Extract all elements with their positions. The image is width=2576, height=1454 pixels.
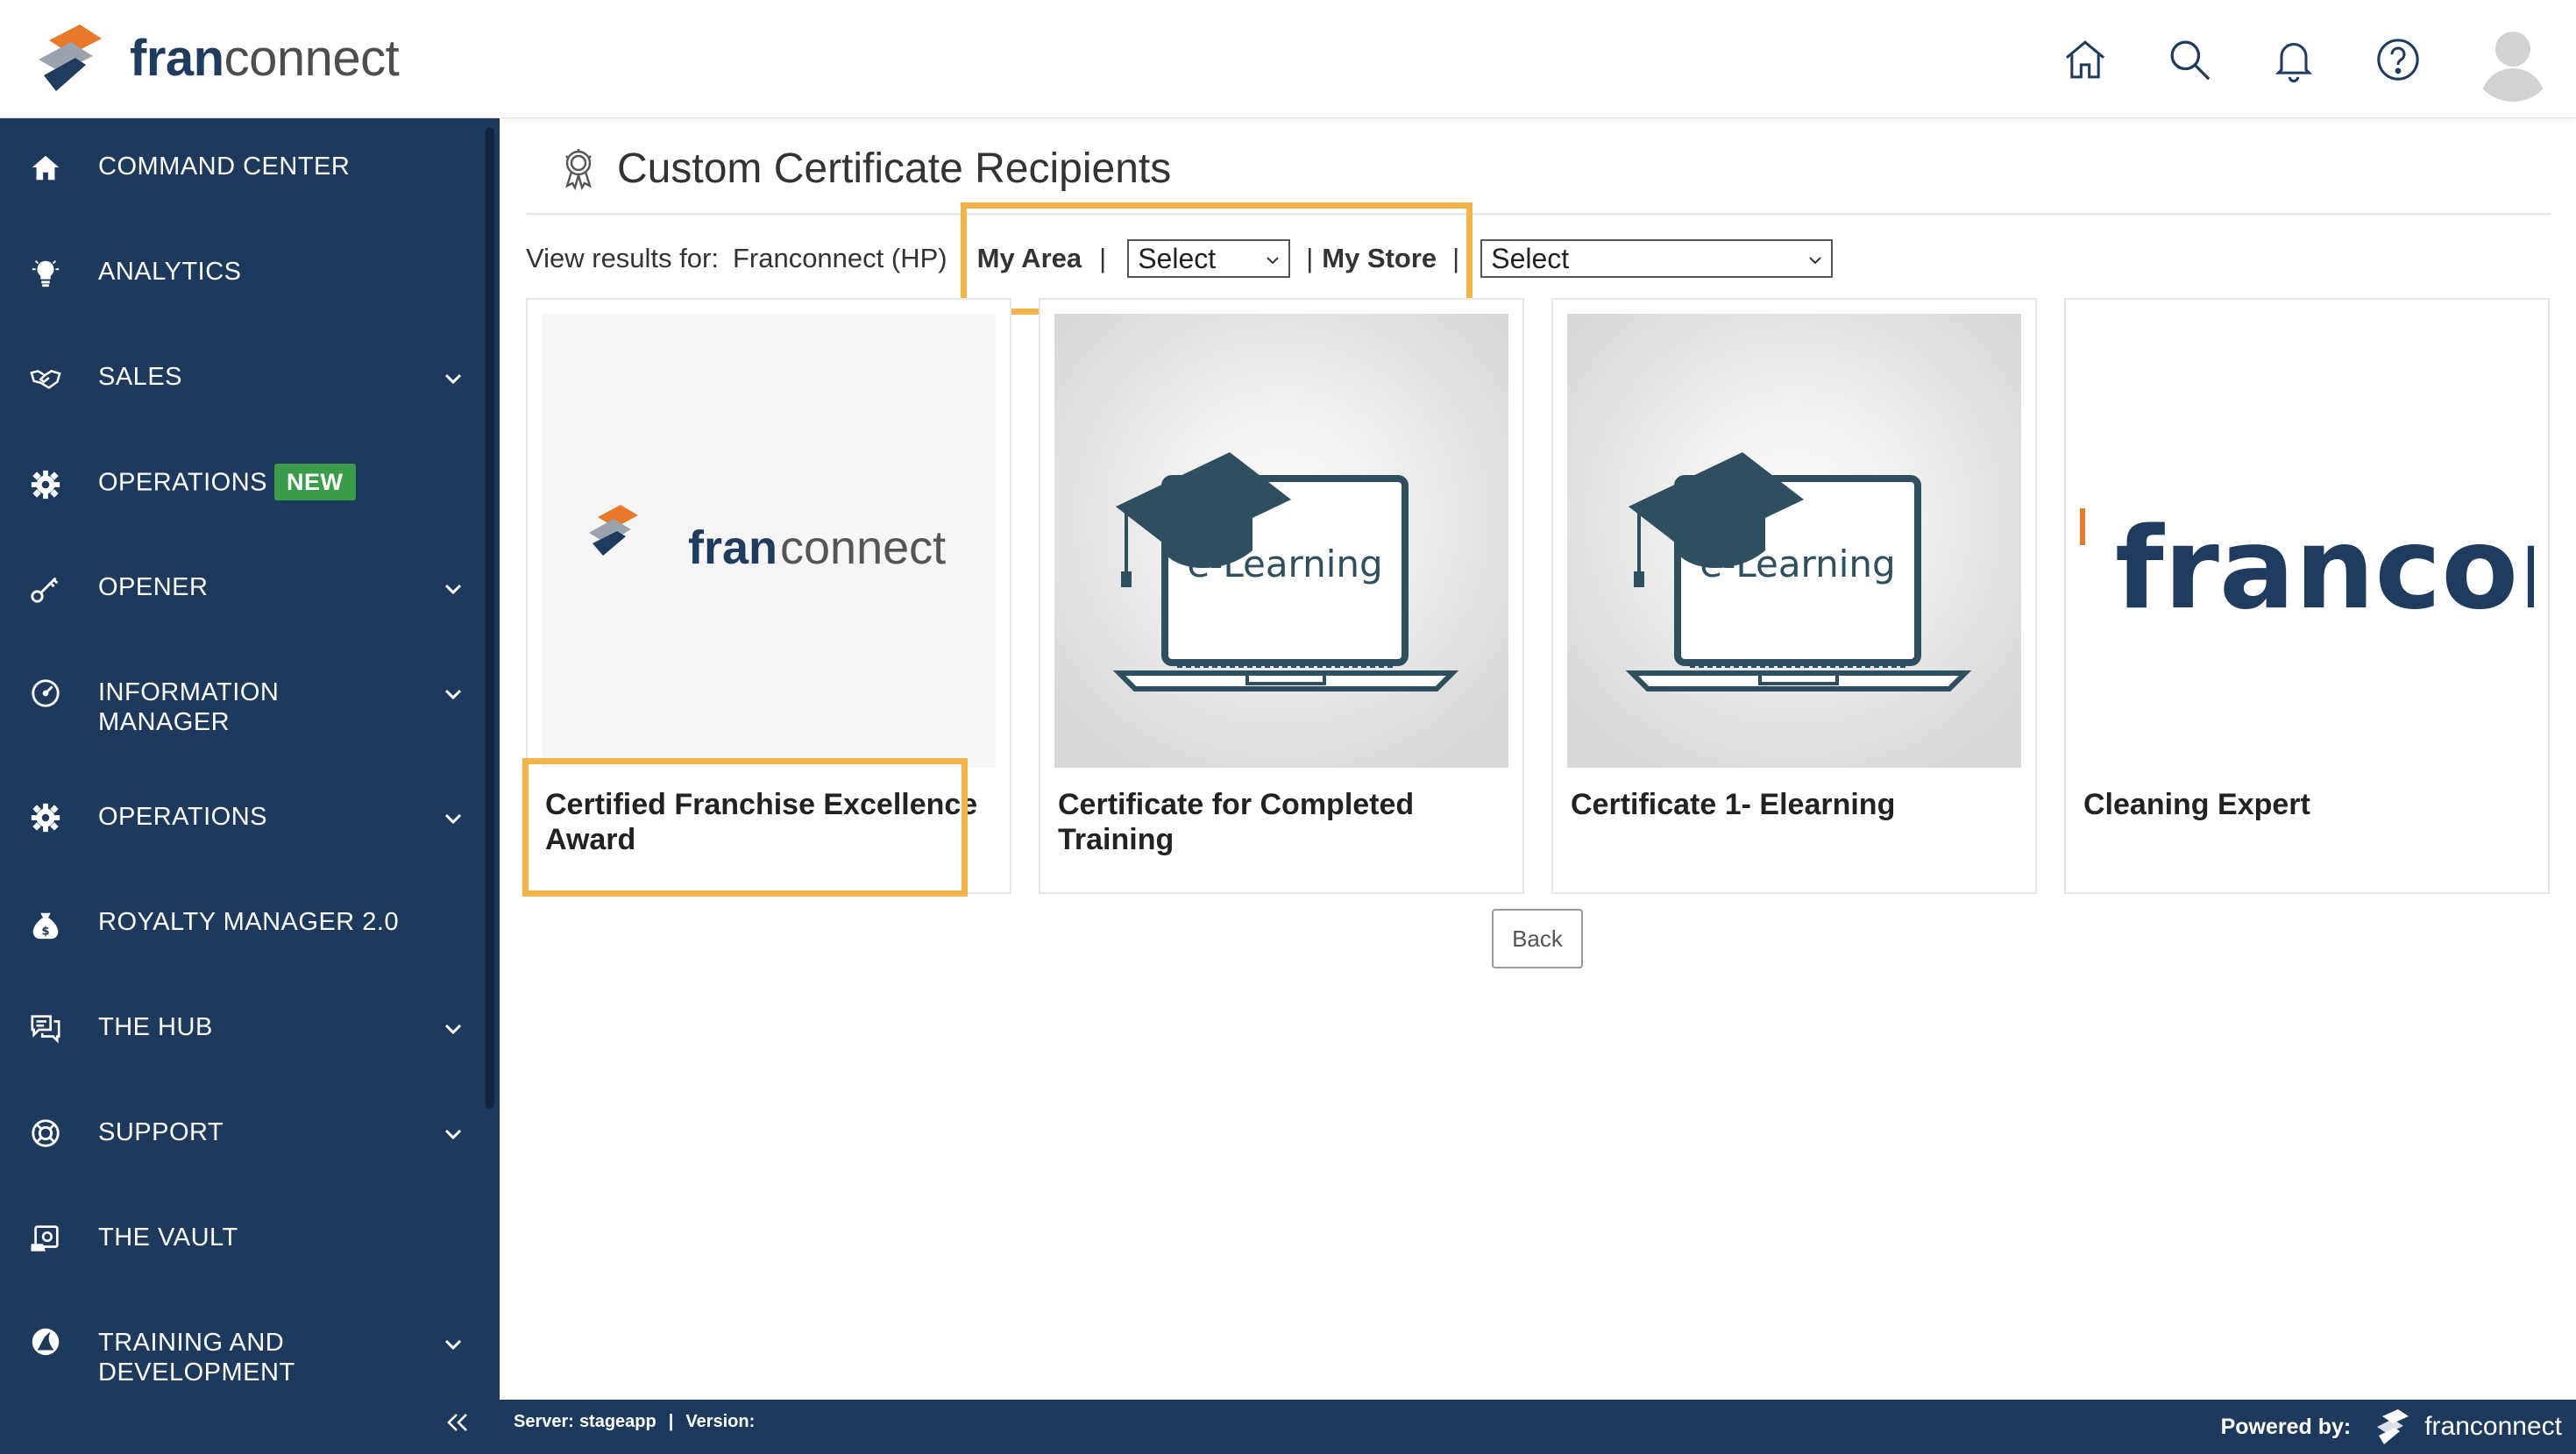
- home-icon[interactable]: [2054, 28, 2117, 91]
- card-title: Certificate 1- Elearning: [1571, 788, 1896, 821]
- home-icon: [28, 150, 63, 185]
- sidebar-item-information-manager[interactable]: INFORMATION MANAGER: [0, 676, 491, 746]
- chevron-down-icon: [1809, 257, 1821, 265]
- footer-brand: franconnect: [2424, 1412, 2562, 1441]
- sidebar-item-operations-new[interactable]: OPERATIONS NEW: [0, 464, 491, 507]
- chevron-down-icon: [440, 576, 466, 602]
- chevron-down-icon: [1267, 257, 1279, 265]
- search-icon[interactable]: [2158, 28, 2221, 91]
- franconnect-logo-icon: [39, 25, 102, 91]
- sidebar-item-command-center[interactable]: COMMAND CENTER: [0, 150, 491, 194]
- certificate-cards: fran connect Certified Franchise Excelle…: [526, 298, 2551, 894]
- chevron-down-icon: [440, 681, 466, 707]
- user-avatar[interactable]: [2471, 17, 2555, 102]
- powered-by: Powered by: franconnect: [2221, 1400, 2562, 1454]
- card-title: Certificate for Completed Training: [1058, 788, 1415, 856]
- franconnect-logo-cropped-image: franconi: [2080, 314, 2534, 768]
- sidebar-item-support[interactable]: SUPPORT: [0, 1116, 491, 1160]
- sidebar-item-royalty-manager[interactable]: $ ROYALTY MANAGER 2.0: [0, 905, 491, 949]
- new-badge: NEW: [274, 464, 356, 500]
- server-info: Server: stageapp | Version:: [514, 1411, 756, 1431]
- sidebar: COMMAND CENTER ANALYTICS SALES OPERATION…: [0, 118, 500, 1454]
- svg-text:connect: connect: [780, 521, 946, 574]
- view-results-label: View results for:: [526, 243, 719, 273]
- franconnect-logo-icon: [2377, 1409, 2409, 1444]
- certificate-card[interactable]: e-Learning Certificate 1- Elearning: [1551, 298, 2037, 894]
- svg-text:fran: fran: [688, 521, 777, 574]
- training-icon: [28, 1324, 63, 1359]
- card-title: Cleaning Expert: [2083, 788, 2310, 821]
- sidebar-item-the-vault[interactable]: THE VAULT: [0, 1221, 491, 1265]
- double-chevron-left-icon: [447, 1414, 467, 1431]
- help-icon[interactable]: [2367, 28, 2430, 91]
- e-learning-image: e-Learning: [1567, 314, 2021, 768]
- key-icon: [28, 571, 63, 606]
- certificate-card[interactable]: fran connect Certified Franchise Excelle…: [526, 298, 1011, 894]
- franconnect-logo[interactable]: franconnect: [32, 14, 400, 102]
- collapse-sidebar-button[interactable]: [442, 1407, 473, 1438]
- money-bag-icon: $: [28, 907, 63, 942]
- filter-row: View results for: Franconnect (HP) | My …: [526, 232, 1834, 285]
- footer: Server: stageapp | Version: Powered by: …: [500, 1400, 2576, 1454]
- certificate-card[interactable]: e-Learning Certificate for Completed Tra…: [1039, 298, 1524, 894]
- certificate-card[interactable]: franconi Cleaning Expert: [2064, 298, 2550, 894]
- chevron-down-icon: [440, 805, 466, 832]
- logo-text: franconnect: [130, 29, 400, 87]
- chevron-down-icon: [440, 1016, 466, 1042]
- sidebar-item-the-hub[interactable]: THE HUB: [0, 1011, 491, 1054]
- top-header: franconnect: [0, 0, 2576, 118]
- image-text: franconi: [2115, 504, 2534, 635]
- bell-icon[interactable]: [2262, 28, 2325, 91]
- vault-icon: [28, 1221, 63, 1256]
- lightbulb-icon: [28, 255, 63, 290]
- chevron-down-icon: [440, 1331, 466, 1358]
- org-name: Franconnect (HP): [732, 243, 947, 273]
- chevron-down-icon: [440, 1121, 466, 1147]
- gauge-icon: [28, 676, 63, 711]
- svg-text:$: $: [41, 925, 49, 938]
- back-button[interactable]: Back: [1492, 909, 1583, 968]
- franconnect-logo-image: fran connect: [542, 314, 996, 768]
- my-store-label: My Store: [1322, 243, 1437, 273]
- handshake-icon: [28, 360, 63, 395]
- chat-icon: [28, 1011, 63, 1046]
- e-learning-image: e-Learning: [1054, 314, 1508, 768]
- chevron-down-icon: [440, 365, 466, 392]
- sidebar-item-training-and-development[interactable]: TRAINING AND DEVELOPMENT: [0, 1326, 491, 1396]
- image-text: e-Learning: [1187, 543, 1382, 585]
- card-title: Certified Franchise Excellence Award: [545, 788, 978, 856]
- gear-icon: [28, 467, 63, 502]
- page-header: Custom Certificate Recipients: [526, 124, 2551, 215]
- page-title: Custom Certificate Recipients: [617, 145, 1172, 192]
- gear-icon: [28, 800, 63, 835]
- sidebar-item-operations[interactable]: OPERATIONS: [0, 800, 491, 844]
- my-area-select[interactable]: Select: [1127, 239, 1291, 278]
- main-content: Custom Certificate Recipients View resul…: [500, 118, 2576, 1400]
- my-area-label: My Area: [976, 243, 1082, 273]
- sidebar-item-opener[interactable]: OPENER: [0, 571, 491, 614]
- lifebuoy-icon: [28, 1116, 63, 1151]
- sidebar-item-sales[interactable]: SALES: [0, 360, 491, 404]
- certificate-icon: [565, 149, 592, 190]
- image-text: e-Learning: [1700, 543, 1895, 585]
- my-store-select[interactable]: Select: [1480, 239, 1834, 278]
- sidebar-item-analytics[interactable]: ANALYTICS: [0, 255, 491, 299]
